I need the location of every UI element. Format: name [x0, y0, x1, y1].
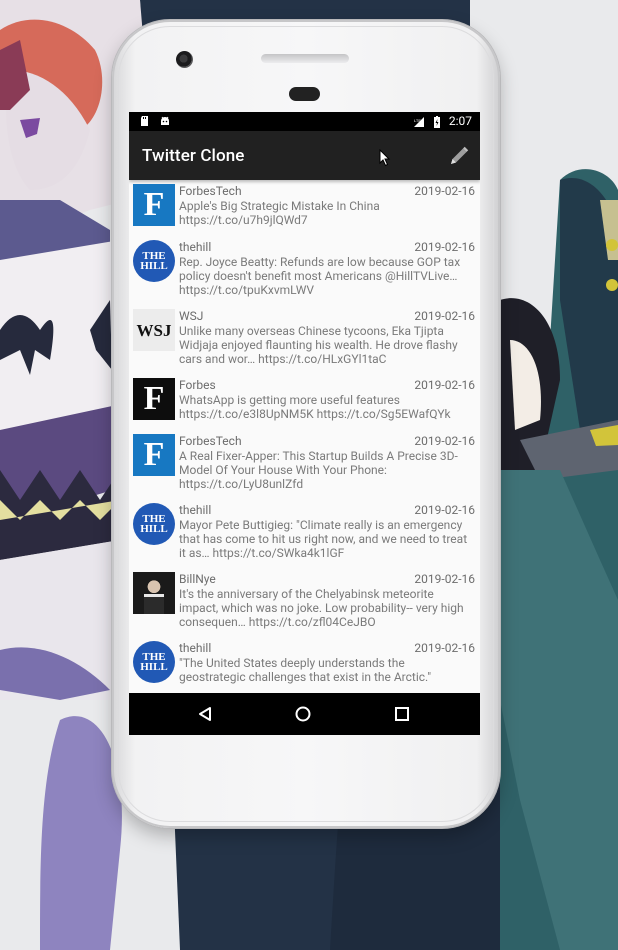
avatar[interactable]: THE HILL: [133, 503, 175, 545]
tweet-handle[interactable]: ForbesTech: [179, 434, 242, 448]
tweet-date: 2019-02-16: [414, 184, 475, 198]
avatar[interactable]: F: [133, 184, 175, 226]
avatar[interactable]: F: [133, 434, 175, 476]
tweet-handle[interactable]: BillNye: [179, 572, 216, 586]
network-label: LTE: [414, 118, 421, 123]
tweet-text: A Real Fixer-Apper: This Startup Builds …: [179, 449, 458, 491]
navigation-bar: [129, 693, 480, 735]
tweet-handle[interactable]: thehill: [179, 503, 211, 517]
tweet-text: Mayor Pete Buttigieg: "Climate really is…: [179, 518, 468, 560]
tweet-row[interactable]: F ForbesTech 2019-02-16 Apple's Big Strateg…: [129, 180, 480, 236]
tweet-text: WhatsApp is getting more useful features…: [179, 393, 451, 421]
tweet-date: 2019-02-16: [414, 378, 475, 392]
front-camera-icon: [176, 51, 193, 68]
signal-icon: LTE: [413, 116, 424, 127]
tweet-text: "The United States deeply understands th…: [179, 656, 432, 684]
tweet-row[interactable]: F ForbesTech 2019-02-16 A Real Fixer-Apper:…: [129, 430, 480, 499]
home-circle-icon[interactable]: [295, 706, 311, 722]
tweet-date: 2019-02-16: [414, 503, 475, 517]
mouse-cursor-icon: [379, 149, 391, 167]
android-icon: [161, 116, 169, 125]
tweet-date: 2019-02-16: [414, 309, 475, 323]
tweet-handle[interactable]: thehill: [179, 240, 211, 254]
sd-card-icon: [141, 116, 148, 126]
avatar-photo: [144, 594, 164, 614]
avatar-logo-text: THE HILL: [140, 250, 168, 272]
avatar-logo-text: F: [143, 380, 165, 417]
avatar-logo-text: F: [143, 186, 165, 223]
speaker-slot: [261, 54, 349, 63]
tweet-text: It's the anniversary of the Chelyabinsk …: [179, 587, 464, 629]
avatar[interactable]: [133, 572, 175, 614]
status-time: 2:07: [448, 114, 472, 128]
app-title: Twitter Clone: [142, 146, 245, 166]
tweet-handle[interactable]: WSJ: [179, 309, 203, 323]
tweet-row[interactable]: F Forbes 2019-02-16 WhatsApp is getting mor…: [129, 374, 480, 430]
avatar-logo-text: WSJ: [136, 320, 172, 340]
tweet-handle[interactable]: ForbesTech: [179, 184, 242, 198]
status-bar: LTE 2:07: [129, 112, 480, 131]
tweet-text: Unlike many overseas Chinese tycoons, Ek…: [179, 324, 458, 366]
tweet-row[interactable]: THE HILL thehill 2019-02-16 Mayor Pete Butt…: [129, 499, 480, 568]
tweet-text: Apple's Big Strategic Mistake In China h…: [179, 199, 380, 227]
battery-charging-icon: [433, 115, 440, 128]
avatar[interactable]: F: [133, 378, 175, 420]
tweet-date: 2019-02-16: [414, 572, 475, 586]
tweet-row[interactable]: BillNye 2019-02-16 It's the anniversary of…: [129, 568, 480, 637]
phone-device-frame: LTE 2:07 Twitter Clone F ForbesTech 2019-0: [112, 20, 500, 828]
tweet-date: 2019-02-16: [414, 434, 475, 448]
avatar-logo-text: THE HILL: [140, 651, 168, 673]
tweet-row[interactable]: THE HILL thehill 2019-02-16 "The United Sta…: [129, 637, 480, 693]
pencil-icon[interactable]: [446, 143, 472, 169]
avatar[interactable]: WSJ: [133, 309, 175, 351]
app-bar: Twitter Clone: [129, 131, 480, 180]
tweet-date: 2019-02-16: [414, 641, 475, 655]
tweet-handle[interactable]: Forbes: [179, 378, 216, 392]
tweet-text: Rep. Joyce Beatty: Refunds are low becau…: [179, 255, 461, 297]
phone-screen: LTE 2:07 Twitter Clone F ForbesTech 2019-0: [129, 112, 480, 735]
earpiece: [289, 87, 320, 101]
tweet-row[interactable]: THE HILL thehill 2019-02-16 Rep. Joyce Beat…: [129, 236, 480, 305]
recents-square-icon[interactable]: [394, 706, 410, 722]
tweet-row[interactable]: WSJ WSJ 2019-02-16 Unlike many overseas Chi…: [129, 305, 480, 374]
avatar-logo-text: THE HILL: [140, 513, 168, 535]
avatar[interactable]: THE HILL: [133, 240, 175, 282]
avatar-logo-text: F: [143, 436, 165, 473]
tweet-date: 2019-02-16: [414, 240, 475, 254]
back-triangle-icon[interactable]: [197, 706, 213, 722]
avatar[interactable]: THE HILL: [133, 641, 175, 683]
tweet-timeline[interactable]: F ForbesTech 2019-02-16 Apple's Big Strateg…: [129, 180, 480, 693]
tweet-handle[interactable]: thehill: [179, 641, 211, 655]
